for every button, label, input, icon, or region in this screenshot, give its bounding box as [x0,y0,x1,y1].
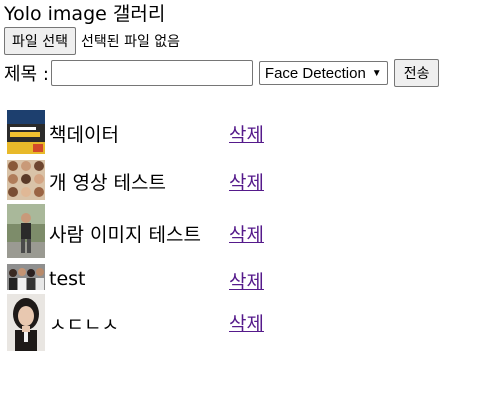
gallery-item: 개 영상 테스트 삭제 [7,160,307,204]
item-title: 사람 이미지 테스트 [49,224,201,246]
gallery-item: ㅅㄷㄴㅅ 삭제 [7,294,307,351]
delete-link[interactable]: 삭제 [229,120,264,147]
group-faces-thumbnail [7,160,45,200]
item-title: 책데이터 [49,124,119,146]
book-cover-thumbnail [7,110,45,154]
crowd-thumbnail [7,264,45,290]
person-outdoor-thumbnail [7,204,45,258]
item-title: 개 영상 테스트 [49,172,166,194]
gallery-item: 책데이터 삭제 [7,110,307,154]
portrait-thumbnail [7,294,45,351]
delete-link[interactable]: 삭제 [229,309,264,336]
delete-link[interactable]: 삭제 [229,220,264,247]
item-title: test [49,268,86,290]
delete-link[interactable]: 삭제 [229,168,264,195]
delete-link[interactable]: 삭제 [229,267,264,294]
gallery-list: 책데이터 삭제 개 영상 테스트 삭제 사람 이미지 테스트 삭제 test 삭… [0,0,482,401]
gallery-item: 사람 이미지 테스트 삭제 [7,204,307,258]
item-title: ㅅㄷㄴㅅ [49,314,119,336]
